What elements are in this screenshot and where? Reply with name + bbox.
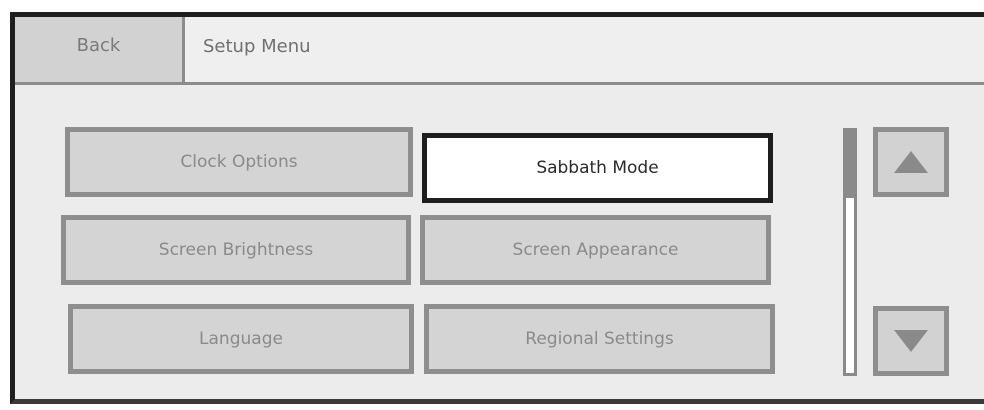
- language-button[interactable]: Language: [68, 304, 414, 374]
- scroll-down-button[interactable]: [873, 306, 949, 376]
- clock-options-button[interactable]: Clock Options: [65, 127, 413, 197]
- screen-appearance-button[interactable]: Screen Appearance: [420, 215, 771, 285]
- triangle-down-icon: [894, 330, 928, 352]
- scrollbar-thumb[interactable]: [843, 128, 857, 198]
- triangle-up-icon: [894, 151, 928, 173]
- regional-settings-button[interactable]: Regional Settings: [424, 304, 775, 374]
- page-title: Setup Menu: [203, 36, 311, 57]
- header-bar: Back Setup Menu: [15, 17, 984, 85]
- scroll-up-button[interactable]: [873, 127, 949, 197]
- sabbath-mode-button[interactable]: Sabbath Mode: [422, 133, 773, 203]
- back-button[interactable]: Back: [15, 17, 185, 82]
- screen-brightness-button[interactable]: Screen Brightness: [61, 215, 411, 285]
- scrollbar-track[interactable]: [843, 128, 857, 376]
- setup-menu-screen: Back Setup Menu Clock Options Sabbath Mo…: [10, 12, 984, 404]
